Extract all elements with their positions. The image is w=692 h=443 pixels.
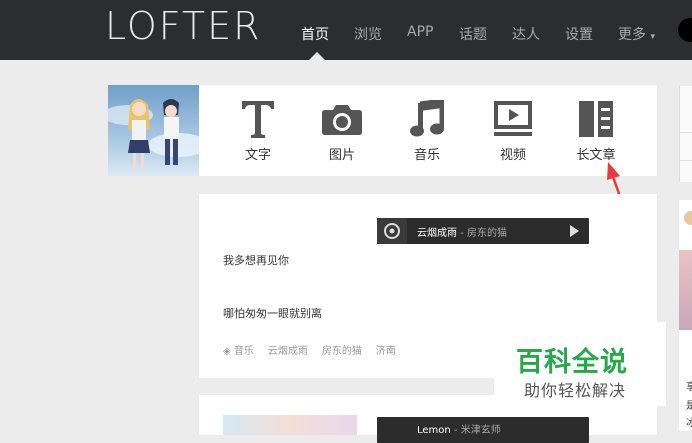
right-sidebar-text: 享 <box>686 382 692 393</box>
nav-topics[interactable]: 话题 <box>459 24 487 44</box>
post-text-button[interactable]: 文字 <box>228 97 288 163</box>
tag-item[interactable]: 房东的猫 <box>322 342 362 357</box>
nav-settings[interactable]: 设置 <box>565 24 593 44</box>
divider <box>679 132 692 133</box>
camera-icon <box>312 97 372 141</box>
music-icon <box>397 97 457 141</box>
nav-experts[interactable]: 达人 <box>512 24 540 44</box>
nav-more-label: 更多 <box>618 27 646 43</box>
right-sidebar-text: 冰 <box>686 418 692 429</box>
tag-item[interactable]: 云烟成雨 <box>268 342 308 357</box>
long-article-icon <box>566 97 626 141</box>
music-logo-icon <box>377 218 407 244</box>
music-player[interactable]: Lemon - 米津玄师 <box>377 417 589 443</box>
divider <box>679 160 692 161</box>
active-nav-indicator <box>309 52 325 60</box>
post-video-button[interactable]: 视频 <box>483 97 543 163</box>
player-artist: - 房东的猫 <box>457 228 507 239</box>
tag-list: ◈ 音乐 云烟成雨 房东的猫 济南 <box>223 342 396 357</box>
user-avatar[interactable] <box>678 18 692 42</box>
watermark-subtitle: 助你轻松解决 <box>524 381 627 400</box>
text-icon <box>228 97 288 141</box>
music-player[interactable]: 云烟成雨 - 房东的猫 <box>377 218 589 244</box>
post-music-button[interactable]: 音乐 <box>397 97 457 163</box>
right-sidebar-menu <box>679 86 692 182</box>
chevron-down-icon: ▾ <box>650 32 655 42</box>
right-sidebar-text: 是 <box>686 401 692 412</box>
post-photo-button[interactable]: 图片 <box>312 97 372 163</box>
play-icon[interactable] <box>570 225 579 237</box>
post-video-label: 视频 <box>499 148 526 163</box>
post-photo-label: 图片 <box>328 148 355 163</box>
top-navigation-bar: LOFTER 首页 浏览 APP 话题 达人 设置 更多 ▾ <box>0 0 692 60</box>
player-song-name: 云烟成雨 <box>417 228 457 239</box>
nav-browse[interactable]: 浏览 <box>354 24 382 44</box>
lofter-logo[interactable]: LOFTER <box>105 4 262 48</box>
player-track-title: Lemon - 米津玄师 <box>417 421 501 436</box>
right-sidebar-image[interactable] <box>679 250 692 330</box>
nav-home[interactable]: 首页 <box>301 24 329 44</box>
post-long-article-button[interactable]: 长文章 <box>566 97 626 163</box>
nav-app[interactable]: APP <box>407 24 433 40</box>
watermark: 百科全说 助你轻松解决 <box>494 322 666 406</box>
avatar[interactable] <box>684 211 692 225</box>
post-text-label: 文字 <box>244 148 271 163</box>
post-image[interactable] <box>223 415 357 435</box>
nav-more[interactable]: 更多 ▾ <box>618 24 655 44</box>
tag-item[interactable]: 济南 <box>376 342 396 357</box>
tag-item[interactable]: ◈ 音乐 <box>223 342 254 357</box>
user-avatar-illustration[interactable] <box>108 85 199 176</box>
post-music-label: 音乐 <box>413 148 440 163</box>
post-type-toolbar: 文字 图片 音乐 视频 长文章 <box>199 85 657 176</box>
post-line-1: 我多想再见你 <box>223 254 289 267</box>
tag-icon: ◈ <box>223 346 234 357</box>
video-icon <box>483 97 543 141</box>
player-track-title: 云烟成雨 - 房东的猫 <box>417 224 507 239</box>
post-line-2: 哪怕匆匆一眼就别离 <box>223 307 322 320</box>
watermark-title: 百科全说 <box>516 347 628 378</box>
